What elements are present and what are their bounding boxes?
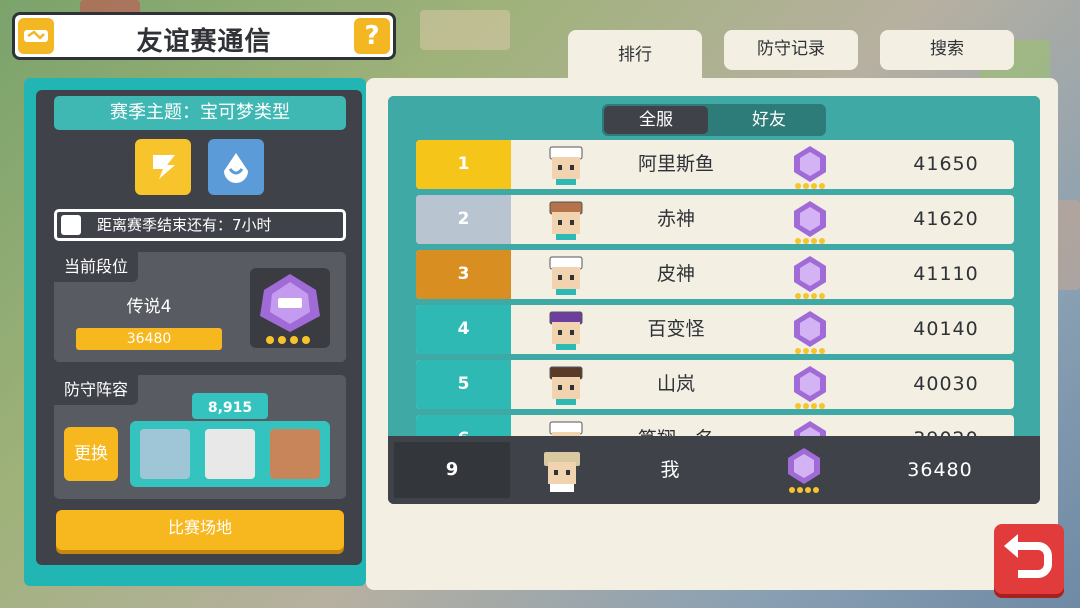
arena-button[interactable]: 比赛场地 xyxy=(56,510,344,550)
current-points: 36480 xyxy=(76,328,222,350)
ranking-list[interactable]: 全服 好友 1 阿里斯鱼 41650 2 赤神 41620 3 皮神 41110 4 百变怪 4014… xyxy=(388,96,1040,464)
rank-gem-icon xyxy=(790,309,830,354)
rank-number: 5 xyxy=(416,360,511,409)
current-rank-name: 传说4 xyxy=(126,297,172,317)
filter-friends[interactable]: 好友 xyxy=(714,106,824,134)
player-name: 阿里斯鱼 xyxy=(637,153,714,175)
rank-gem-icon xyxy=(784,446,824,493)
player-avatar-icon xyxy=(542,365,590,405)
ranking-row[interactable]: 2 赤神 41620 xyxy=(416,195,1014,244)
player-score: 41620 xyxy=(913,208,979,230)
help-button[interactable]: ? xyxy=(354,18,390,54)
self-rank: 9 xyxy=(394,442,510,498)
background-block xyxy=(420,10,510,50)
tab-ranking[interactable]: 排行 xyxy=(568,30,702,82)
electric-type-icon xyxy=(135,139,191,195)
season-theme: 赛季主题：宝可梦类型 xyxy=(54,96,346,130)
current-rank-box: 当前段位 传说4 36480 xyxy=(54,252,346,362)
ranking-row[interactable]: 3 皮神 41110 xyxy=(416,250,1014,299)
season-timer-text: 距离赛季结束还有：7小时 xyxy=(97,216,272,234)
season-timer: 距离赛季结束还有：7小时 xyxy=(54,209,346,241)
rank-number: 2 xyxy=(416,195,511,244)
rank-badge-icon xyxy=(250,268,330,348)
defense-team-label: 防守阵容 xyxy=(54,375,139,405)
player-name: 皮神 xyxy=(656,263,695,285)
self-name: 我 xyxy=(660,459,680,481)
player-name: 山岚 xyxy=(656,373,695,395)
ranking-row[interactable]: 1 阿里斯鱼 41650 xyxy=(416,140,1014,189)
rank-number: 4 xyxy=(416,305,511,354)
water-type-icon xyxy=(208,139,264,195)
player-avatar-icon xyxy=(542,145,590,185)
current-rank-label: 当前段位 xyxy=(54,252,139,282)
tab-defense-log[interactable]: 防守记录 xyxy=(724,30,858,70)
player-avatar-icon xyxy=(542,310,590,350)
return-arrow-icon xyxy=(1004,534,1052,578)
defense-team-box: 防守阵容 更换 8,915 xyxy=(54,375,346,499)
rank-gem-icon xyxy=(790,364,830,409)
clock-icon xyxy=(61,215,81,235)
player-avatar-icon xyxy=(542,255,590,295)
team-member-2-icon xyxy=(205,429,255,479)
change-team-button[interactable]: 更换 xyxy=(64,427,118,481)
player-avatar-icon xyxy=(538,448,586,492)
rank-number: 3 xyxy=(416,250,511,299)
player-score: 41110 xyxy=(913,263,979,285)
tab-search[interactable]: 搜索 xyxy=(880,30,1014,70)
team-member-3-icon xyxy=(270,429,320,479)
rank-gem-icon xyxy=(790,199,830,244)
player-score: 40140 xyxy=(913,318,979,340)
filter-all-server[interactable]: 全服 xyxy=(604,106,708,134)
ranking-row[interactable]: 4 百变怪 40140 xyxy=(416,305,1014,354)
page-title: 友谊赛通信 xyxy=(136,27,272,57)
self-ranking-row: 9 我 36480 xyxy=(388,436,1040,504)
team-member-1-icon xyxy=(140,429,190,479)
self-row-body: 我 36480 xyxy=(510,442,1034,498)
rank-gem-icon xyxy=(790,144,830,189)
player-name: 赤神 xyxy=(656,208,695,230)
self-score: 36480 xyxy=(907,459,973,481)
rank-gem-icon xyxy=(790,254,830,299)
ranking-panel: 全服 好友 1 阿里斯鱼 41650 2 赤神 41620 3 皮神 41110 4 百变怪 4014… xyxy=(388,96,1040,504)
ranking-filter: 全服 好友 xyxy=(602,104,826,136)
player-score: 40030 xyxy=(913,373,979,395)
back-button[interactable] xyxy=(994,524,1064,594)
title-bar: 友谊赛通信 ? xyxy=(12,12,396,60)
rank-number: 1 xyxy=(416,140,511,189)
player-avatar-icon xyxy=(542,200,590,240)
player-name: 百变怪 xyxy=(647,318,705,340)
player-score: 41650 xyxy=(913,153,979,175)
team-power: 8,915 xyxy=(192,393,268,419)
ranking-row[interactable]: 5 山岚 40030 xyxy=(416,360,1014,409)
defense-team-slots[interactable] xyxy=(130,421,330,487)
